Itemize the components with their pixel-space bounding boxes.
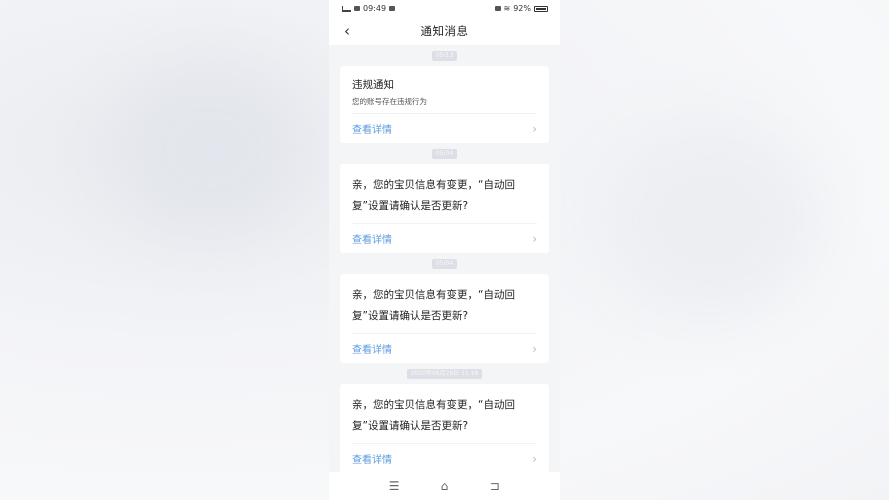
timestamp-chip: 05/04 bbox=[431, 149, 458, 159]
view-details-link[interactable]: 查看详情 bbox=[352, 451, 392, 466]
timestamp-chip: 05/13 bbox=[431, 51, 458, 61]
card-title: 违规通知 bbox=[352, 79, 394, 91]
notification-icon bbox=[389, 6, 396, 11]
notification-card: 亲，您的宝贝信息有变更，“自动回复”设置请确认是否更新? 查看详情 › bbox=[340, 164, 549, 253]
view-details-link[interactable]: 查看详情 bbox=[352, 121, 392, 136]
card-subtitle: 您的账号存在违规行为 bbox=[352, 97, 427, 106]
system-nav-bar: ☰ ⌂ ⊐ bbox=[329, 472, 560, 500]
data-icon bbox=[494, 6, 501, 11]
view-details-row[interactable]: 查看详情 › bbox=[352, 113, 537, 143]
view-details-row[interactable]: 查看详情 › bbox=[352, 223, 537, 253]
wifi-icon: ≋ bbox=[503, 4, 511, 13]
view-details-link[interactable]: 查看详情 bbox=[352, 341, 392, 356]
return-icon[interactable]: ⊐ bbox=[485, 479, 505, 493]
chevron-left-icon: ‹ bbox=[344, 22, 350, 40]
signal-icon bbox=[342, 5, 351, 12]
chevron-right-icon: › bbox=[532, 341, 537, 356]
notification-card: 违规通知 您的账号存在违规行为 查看详情 › bbox=[340, 66, 549, 143]
phone-screen: 09:49 ≋ 92% ‹ 通知消息 05/13 违规通知 您的账号存在违规行为… bbox=[329, 0, 560, 500]
home-icon[interactable]: ⌂ bbox=[434, 479, 454, 493]
status-bar: 09:49 ≋ 92% bbox=[329, 0, 560, 17]
status-time: 09:49 bbox=[363, 4, 387, 13]
view-details-row[interactable]: 查看详情 › bbox=[352, 443, 537, 473]
timestamp-chip: 05/04 bbox=[431, 259, 458, 269]
battery-icon bbox=[534, 5, 548, 12]
card-body: 亲，您的宝贝信息有变更，“自动回复”设置请确认是否更新? bbox=[352, 289, 515, 322]
notification-card: 亲，您的宝贝信息有变更，“自动回复”设置请确认是否更新? 查看详情 › bbox=[340, 384, 549, 473]
nav-bar: ‹ 通知消息 bbox=[329, 17, 560, 45]
battery-percent: 92% bbox=[513, 4, 531, 13]
chevron-right-icon: › bbox=[532, 451, 537, 466]
view-details-row[interactable]: 查看详情 › bbox=[352, 333, 537, 363]
back-button[interactable]: ‹ bbox=[337, 21, 357, 41]
chevron-right-icon: › bbox=[532, 121, 537, 136]
timestamp-chip: 2020年06月28日 11:18 bbox=[406, 369, 483, 379]
card-body: 亲，您的宝贝信息有变更，“自动回复”设置请确认是否更新? bbox=[352, 399, 515, 432]
page-title: 通知消息 bbox=[420, 24, 469, 38]
view-details-link[interactable]: 查看详情 bbox=[352, 231, 392, 246]
notification-list[interactable]: 05/13 违规通知 您的账号存在违规行为 查看详情 › 05/04 亲，您的宝… bbox=[329, 51, 560, 473]
card-body: 亲，您的宝贝信息有变更，“自动回复”设置请确认是否更新? bbox=[352, 179, 515, 212]
sim-icon bbox=[354, 6, 360, 11]
chevron-right-icon: › bbox=[532, 231, 537, 246]
background-blur bbox=[110, 60, 310, 240]
notification-card: 亲，您的宝贝信息有变更，“自动回复”设置请确认是否更新? 查看详情 › bbox=[340, 274, 549, 363]
background-blur bbox=[600, 120, 820, 320]
menu-icon[interactable]: ☰ bbox=[384, 479, 404, 493]
